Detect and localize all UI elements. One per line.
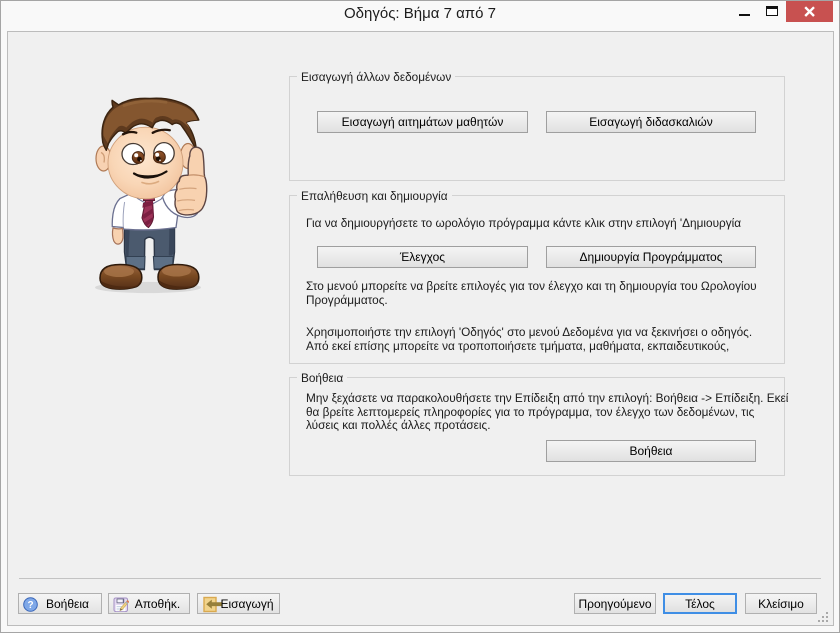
svg-text:?: ? xyxy=(27,600,33,611)
